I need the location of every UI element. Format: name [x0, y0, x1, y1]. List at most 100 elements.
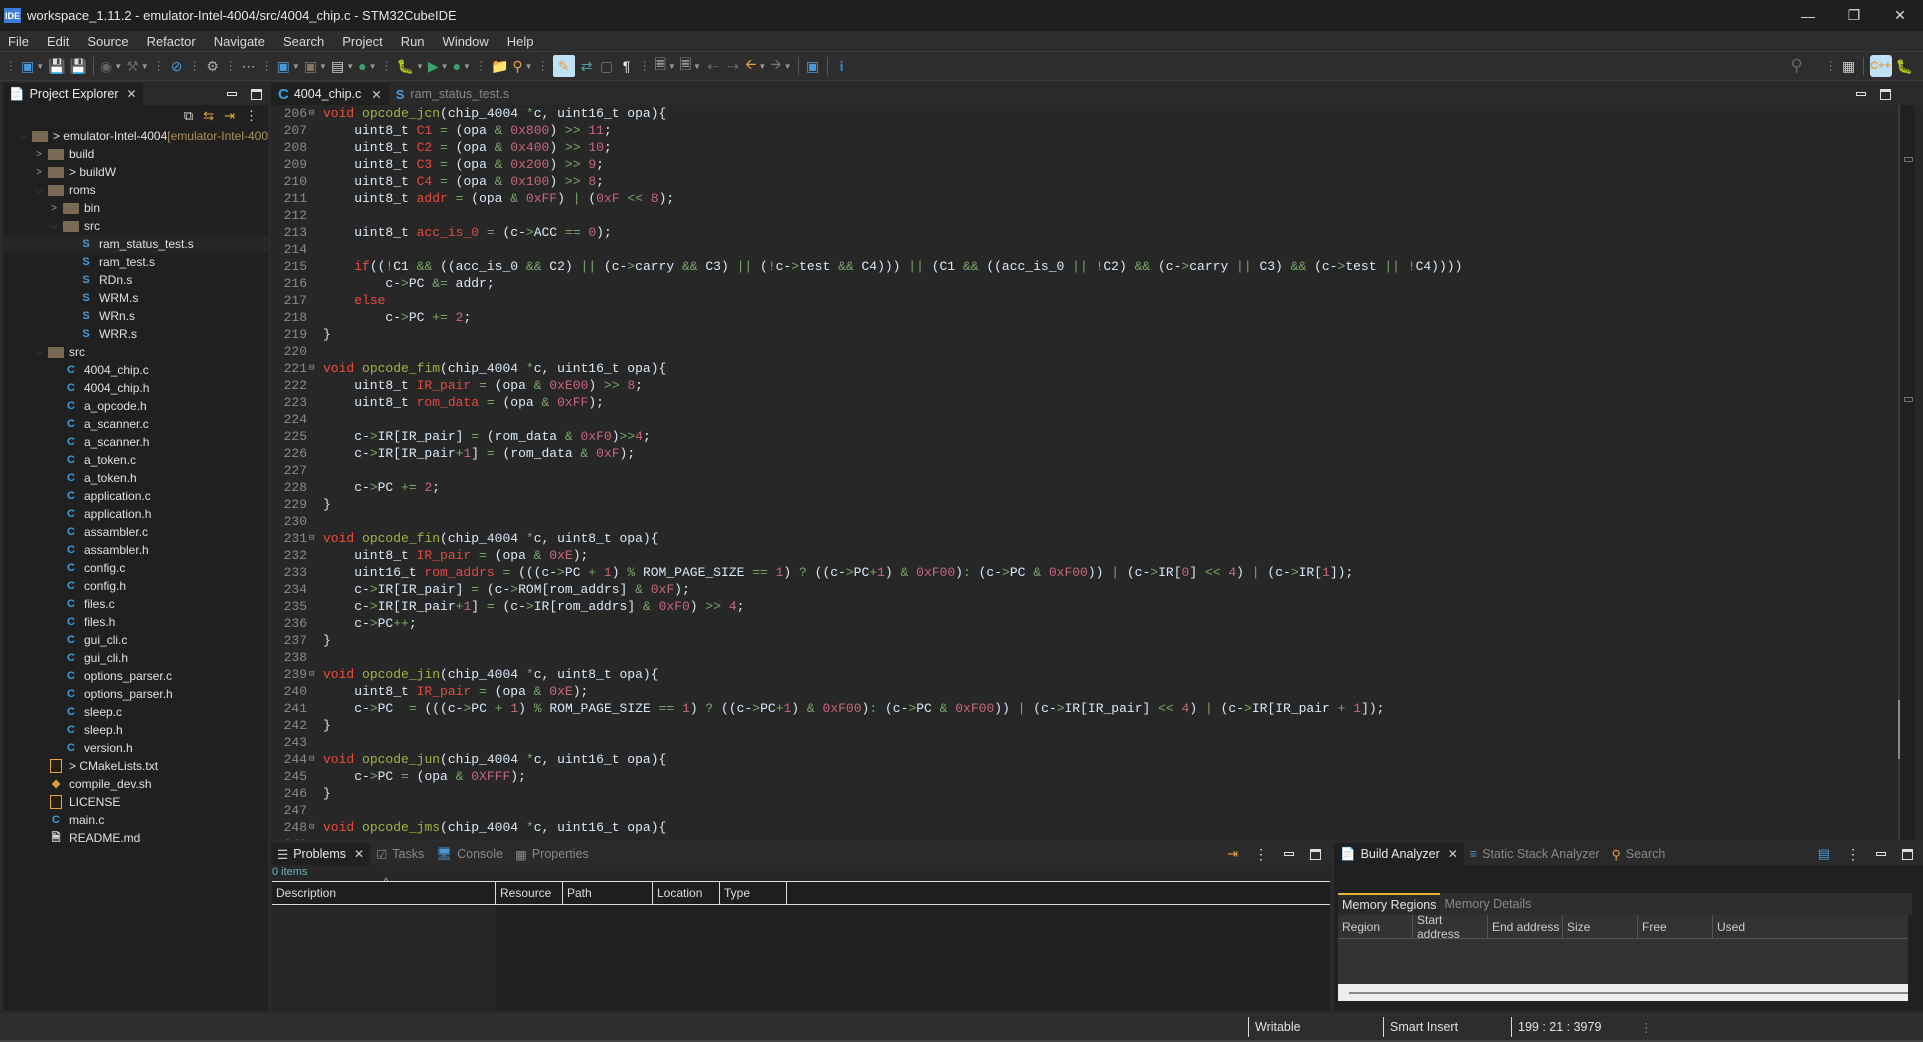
minimize-icon[interactable] — [227, 92, 237, 96]
debug-icon[interactable]: 🐛 ▼ — [397, 55, 424, 77]
open-perspective-icon[interactable]: ▣ — [805, 55, 821, 77]
code-line[interactable]: 222 uint8_t IR_pair = (opa & 0xE00) >> 8… — [271, 377, 1883, 394]
skip-breakpoints-icon[interactable]: ⊘ — [169, 55, 185, 77]
code-line[interactable]: 209 uint8_t C3 = (opa & 0x200) >> 9; — [271, 156, 1883, 173]
close-icon[interactable]: ✕ — [1448, 847, 1458, 861]
code-line[interactable]: 229} — [271, 496, 1883, 513]
tab-problems[interactable]: ☰ Problems ✕ — [271, 843, 371, 865]
tree-item[interactable]: Csleep.h — [3, 721, 268, 739]
tree-item[interactable]: Cfiles.h — [3, 613, 268, 631]
menu-refactor[interactable]: Refactor — [139, 34, 206, 49]
link-with-editor-icon[interactable]: ⇆ — [203, 108, 214, 124]
minimize-icon[interactable] — [1876, 852, 1886, 856]
column-used[interactable]: Used — [1713, 915, 1773, 938]
fold-toggle-icon[interactable]: ⊟ — [309, 666, 318, 683]
tree-item[interactable]: > CMakeLists.txt — [3, 757, 268, 775]
new-file-icon[interactable]: ▤ ▼ — [331, 55, 354, 77]
tree-item[interactable]: 🗎 README.md — [3, 829, 268, 847]
menu-file[interactable]: File — [0, 34, 39, 49]
code-line[interactable]: 217 else — [271, 292, 1883, 309]
code-line[interactable]: 237} — [271, 632, 1883, 649]
column-size[interactable]: Size — [1563, 915, 1638, 938]
chevron-down-icon[interactable]: ⌵ — [34, 347, 44, 358]
close-icon[interactable]: ✕ — [127, 87, 137, 101]
tree-item[interactable]: Cassambler.h — [3, 541, 268, 559]
code-line[interactable]: 233 uint16_t rom_addrs = (((c->PC + 1) %… — [271, 564, 1883, 581]
overview-marker[interactable] — [1904, 157, 1913, 162]
debug-perspective-icon[interactable]: 🐛 — [1896, 55, 1913, 77]
column-resource[interactable]: Resource — [496, 882, 563, 904]
column-path[interactable]: Path — [563, 882, 653, 904]
open-folder-icon[interactable]: 📁 — [491, 55, 508, 77]
column-start-address[interactable]: Start address — [1413, 913, 1488, 941]
word-wrap-icon[interactable]: ⇄ — [579, 55, 595, 77]
chevron-right-icon[interactable]: > — [49, 203, 59, 214]
overview-marker[interactable] — [1904, 397, 1913, 402]
filter-icon[interactable]: ⇥ — [224, 108, 235, 124]
menu-window[interactable]: Window — [435, 34, 499, 49]
code-line[interactable]: 240 uint8_t IR_pair = (opa & 0xE); — [271, 683, 1883, 700]
save-icon[interactable]: 💾 — [48, 55, 65, 77]
tree-item[interactable]: Cconfig.c — [3, 559, 268, 577]
tab-project-explorer[interactable]: 📄 Project Explorer ✕ — [3, 83, 143, 105]
external-tools-icon[interactable]: ● ▼ — [453, 55, 471, 77]
code-line[interactable]: 239 ⊟ void opcode_jin(chip_4004 *c, uint8_… — [271, 666, 1883, 683]
code-line[interactable]: 243 — [271, 734, 1883, 751]
maximize-icon[interactable] — [1902, 848, 1913, 860]
chevron-right-icon[interactable]: > — [34, 149, 44, 160]
code-line[interactable]: 242} — [271, 717, 1883, 734]
tree-item[interactable]: > bin — [3, 199, 268, 217]
search-icon[interactable]: ⚲ — [1789, 55, 1805, 77]
tab-tasks[interactable]: ☑ Tasks — [370, 843, 431, 865]
code-line[interactable]: 228 c->PC += 2; — [271, 479, 1883, 496]
minimize-icon[interactable] — [1856, 92, 1866, 96]
close-icon[interactable]: ✕ — [371, 87, 381, 102]
code-line[interactable]: 249 — [271, 836, 1883, 840]
column-end-address[interactable]: End address — [1488, 915, 1563, 938]
tree-item[interactable]: Cfiles.c — [3, 595, 268, 613]
code-line[interactable]: 248 ⊟ void opcode_jms(chip_4004 *c, uint16… — [271, 819, 1883, 836]
new-source-folder-icon[interactable]: ▣ ▼ — [304, 55, 327, 77]
last-edit-icon[interactable]: ⇠ — [705, 55, 721, 77]
maximize-icon[interactable] — [251, 88, 262, 100]
code-line[interactable]: 207 uint8_t C1 = (opa & 0x800) >> 11; — [271, 122, 1883, 139]
tree-item[interactable]: Coptions_parser.c — [3, 667, 268, 685]
filter-icon[interactable]: ⇥ — [1227, 846, 1238, 862]
status-insert-mode[interactable]: Smart Insert — [1383, 1017, 1458, 1037]
menu-project[interactable]: Project — [334, 34, 392, 49]
menu-navigate[interactable]: Navigate — [206, 34, 275, 49]
scrollbar-thumb[interactable] — [1349, 992, 1908, 994]
fold-toggle-icon[interactable]: ⊟ — [309, 530, 318, 547]
view-menu-icon[interactable]: ⋮ — [1846, 846, 1860, 863]
tree-item[interactable]: C 4004_chip.c — [3, 361, 268, 379]
code-line[interactable]: 215 if((!C1 && ((acc_is_0 && C2) || (c->… — [271, 258, 1883, 275]
code-line[interactable]: 211 uint8_t addr = (opa & 0xFF) | (0xF <… — [271, 190, 1883, 207]
code-line[interactable]: 212 — [271, 207, 1883, 224]
run-icon[interactable]: ▶ ▼ — [428, 55, 449, 77]
tree-item[interactable]: S WRn.s — [3, 307, 268, 325]
code-line[interactable]: 231 ⊟ void opcode_fin(chip_4004 *c, uint8_… — [271, 530, 1883, 547]
chevron-down-icon[interactable]: ⌵ — [19, 131, 28, 142]
tab-build-analyzer[interactable]: 📄 Build Analyzer ✕ — [1334, 843, 1464, 865]
menu-help[interactable]: Help — [499, 34, 544, 49]
tree-item[interactable]: > > buildW — [3, 163, 268, 181]
save-all-icon[interactable]: 💾 — [70, 55, 87, 77]
tab-search[interactable]: ⚲ Search — [1605, 843, 1672, 865]
code-line[interactable]: 232 uint8_t IR_pair = (opa & 0xE); — [271, 547, 1883, 564]
minimize-button[interactable]: — — [1785, 0, 1831, 31]
status-menu-icon[interactable]: ⋮ — [1634, 1017, 1653, 1037]
code-line[interactable]: 241 c->PC = (((c->PC + 1) % ROM_PAGE_SIZ… — [271, 700, 1883, 717]
fold-toggle-icon[interactable]: ⊟ — [309, 360, 318, 377]
tree-item[interactable]: ⌵ > emulator-Intel-4004 [emulator-Intel-4… — [3, 127, 268, 145]
minimize-icon[interactable] — [1284, 852, 1294, 856]
code-line[interactable]: 210 uint8_t C4 = (opa & 0x100) >> 8; — [271, 173, 1883, 190]
tab-console[interactable]: 🖥 Console — [430, 843, 509, 865]
tree-item[interactable]: ⌵ src — [3, 343, 268, 361]
mark-occurrences-icon[interactable]: ✎ — [552, 55, 575, 77]
tree-item[interactable]: Sram_status_test.s — [3, 235, 268, 253]
tree-item[interactable]: ❖ compile_dev.sh — [3, 775, 268, 793]
tree-item[interactable]: > build — [3, 145, 268, 163]
editor-tab-4004-chip-c[interactable]: C 4004_chip.c ✕ — [271, 83, 389, 105]
pin-icon[interactable]: ⇢ — [725, 55, 741, 77]
settings-icon[interactable]: ⚙ — [205, 55, 221, 77]
